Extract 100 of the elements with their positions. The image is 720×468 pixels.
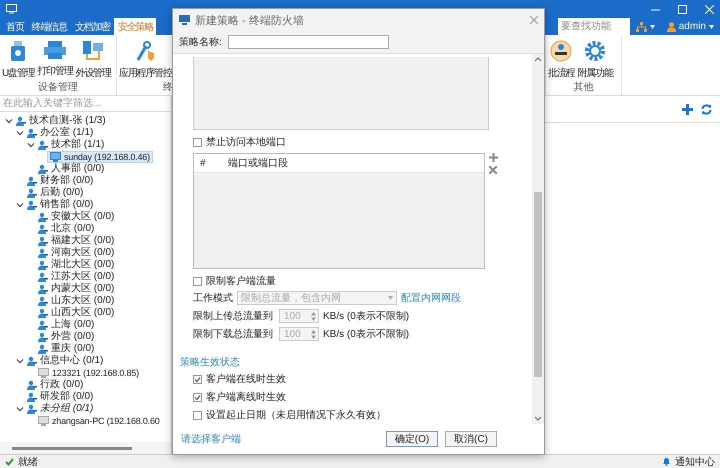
tree-item[interactable]: 技术自测-张 (1/3) bbox=[14, 115, 108, 127]
usb-drive-icon bbox=[9, 40, 28, 62]
tree-item[interactable]: 信息中心 (0/1) bbox=[25, 355, 106, 367]
people-icon bbox=[27, 176, 37, 186]
add-icon[interactable] bbox=[682, 104, 693, 114]
close-icon[interactable] bbox=[530, 16, 538, 24]
bell-icon[interactable] bbox=[662, 457, 671, 466]
people-icon bbox=[27, 380, 37, 390]
chevron-down-icon[interactable] bbox=[15, 128, 25, 138]
chevron-down-icon[interactable] bbox=[15, 404, 25, 414]
column-header: 端口或端口段 bbox=[227, 156, 289, 170]
field-label: 工作模式 bbox=[193, 292, 233, 305]
refresh-icon[interactable] bbox=[701, 104, 712, 114]
user-menu-button[interactable]: admin bbox=[660, 18, 720, 35]
chevron-down-icon[interactable] bbox=[15, 200, 25, 210]
policy-name-field[interactable] bbox=[228, 35, 389, 49]
ribbon-button[interactable]: 外设管理 bbox=[74, 40, 112, 80]
dialog-button[interactable]: 取消(C) bbox=[445, 431, 497, 447]
field-label: 限制上传总流量到 bbox=[193, 310, 274, 323]
add-icon[interactable] bbox=[489, 153, 498, 162]
tree-item[interactable]: 内蒙大区 (0/0) bbox=[36, 283, 116, 295]
people-icon bbox=[38, 284, 48, 294]
checkbox-label: 设置起止日期（未启用情况下永久有效） bbox=[206, 408, 386, 422]
tree-item[interactable]: 行政 (0/0) bbox=[25, 379, 86, 391]
group-label: 设备管理 bbox=[38, 82, 78, 93]
delete-icon[interactable] bbox=[489, 166, 497, 174]
status-text: 就绪 bbox=[18, 456, 38, 468]
people-icon bbox=[38, 332, 48, 342]
tree-item[interactable]: 销售部 (0/0) bbox=[25, 199, 96, 211]
chevron-down-icon[interactable] bbox=[15, 356, 25, 366]
ribbon-button[interactable]: 附属功能 bbox=[576, 40, 614, 80]
people-icon bbox=[38, 260, 48, 270]
horizontal-scrollbar[interactable] bbox=[0, 442, 171, 454]
tree-item[interactable]: 福建大区 (0/0) bbox=[36, 235, 116, 247]
unit-hint: KB/s (0表示不限制) bbox=[323, 310, 410, 323]
tree-item[interactable]: 未分组 (0/1) bbox=[25, 403, 96, 415]
tree-item[interactable]: 外营 (0/0) bbox=[36, 331, 96, 343]
ribbon-button[interactable]: 应用程序管控 bbox=[118, 40, 173, 80]
checkbox-label: 限制客户端流量 bbox=[206, 274, 276, 288]
tab[interactable]: 首页 bbox=[2, 18, 27, 35]
tree-item[interactable]: 办公室 (1/1) bbox=[25, 127, 96, 139]
dialog-title: 新建策略 - 终端防火墙 bbox=[195, 14, 304, 28]
tree-item[interactable]: 重庆 (0/0) bbox=[36, 343, 96, 355]
group-label: 终 bbox=[163, 82, 173, 93]
people-icon bbox=[16, 116, 26, 126]
people-icon bbox=[38, 224, 48, 234]
tree-item[interactable]: 研发部 (0/0) bbox=[25, 391, 96, 403]
tree-item[interactable]: 山西大区 (0/0) bbox=[36, 307, 116, 319]
scroll-down-icon[interactable] bbox=[534, 416, 542, 421]
maximize-icon[interactable] bbox=[678, 4, 687, 14]
checkbox[interactable] bbox=[193, 374, 202, 384]
tree-item[interactable]: 北京 (0/0) bbox=[36, 223, 96, 235]
checkbox[interactable] bbox=[193, 276, 202, 286]
tree-item[interactable]: 123321 (192.168.0.85) bbox=[36, 367, 141, 379]
people-icon bbox=[27, 128, 37, 138]
people-icon bbox=[38, 164, 48, 174]
checkbox[interactable] bbox=[193, 410, 202, 420]
people-icon bbox=[27, 356, 37, 366]
section-link[interactable]: 策略生效状态 bbox=[180, 357, 240, 368]
tree-item[interactable]: 湖北大区 (0/0) bbox=[36, 259, 116, 271]
tree-item[interactable]: 安徽大区 (0/0) bbox=[36, 211, 116, 223]
ribbon-button[interactable]: U盘管理 bbox=[1, 40, 36, 80]
ribbon-button[interactable]: 批流程 bbox=[547, 40, 576, 80]
checkbox[interactable] bbox=[193, 392, 202, 402]
tree-item[interactable]: 财务部 (0/0) bbox=[25, 175, 96, 187]
people-icon bbox=[38, 272, 48, 282]
people-icon bbox=[38, 344, 48, 354]
checkbox-label: 客户端在线时生效 bbox=[206, 372, 286, 386]
tree-item[interactable]: sunday (192.168.0.46) bbox=[47, 151, 153, 163]
devices-icon bbox=[81, 40, 106, 62]
unit-hint: KB/s (0表示不限制) bbox=[323, 328, 410, 341]
filter-field[interactable]: 在此输入关键字筛选... bbox=[0, 96, 171, 112]
people-icon bbox=[38, 248, 48, 258]
caret-icon bbox=[388, 296, 393, 300]
notification-center-link[interactable]: 通知中心 bbox=[675, 454, 715, 468]
checkbox-label: 禁止访问本地端口 bbox=[206, 136, 286, 149]
tree-item[interactable]: 河南大区 (0/0) bbox=[36, 247, 116, 259]
chevron-down-icon[interactable] bbox=[26, 140, 36, 150]
ribbon-button[interactable]: 打印管理 bbox=[36, 40, 74, 80]
caret-icon bbox=[650, 24, 655, 28]
scroll-up-icon[interactable] bbox=[534, 57, 542, 62]
select-clients-link[interactable]: 请选择客户端 bbox=[181, 432, 241, 446]
group-label: 其他 bbox=[574, 82, 594, 93]
tree-item[interactable]: 山东大区 (0/0) bbox=[36, 295, 116, 307]
search-field[interactable]: 要查找功能 bbox=[558, 18, 630, 35]
tree-item[interactable]: 后勤 (0/0) bbox=[25, 187, 86, 199]
tab[interactable]: 终端信息 bbox=[28, 18, 70, 35]
chevron-down-icon[interactable] bbox=[4, 116, 14, 126]
vertical-scrollbar[interactable] bbox=[532, 54, 544, 424]
tree-item[interactable]: 技术部 (1/1) bbox=[36, 139, 106, 151]
tab[interactable]: 文档加密 bbox=[70, 18, 114, 35]
people-icon bbox=[27, 188, 37, 198]
people-icon bbox=[38, 296, 48, 306]
monitor-icon bbox=[179, 15, 190, 25]
tree-item[interactable]: 人事部 (0/0) bbox=[36, 163, 106, 175]
dialog-button[interactable]: 确定(O) bbox=[386, 431, 438, 447]
checkbox[interactable] bbox=[193, 138, 202, 146]
tree-item[interactable]: zhangsan-PC (192.168.0.60 bbox=[36, 415, 162, 427]
tree-item[interactable]: 上海 (0/0) bbox=[36, 319, 96, 331]
tree-item[interactable]: 江苏大区 (0/0) bbox=[36, 271, 116, 283]
